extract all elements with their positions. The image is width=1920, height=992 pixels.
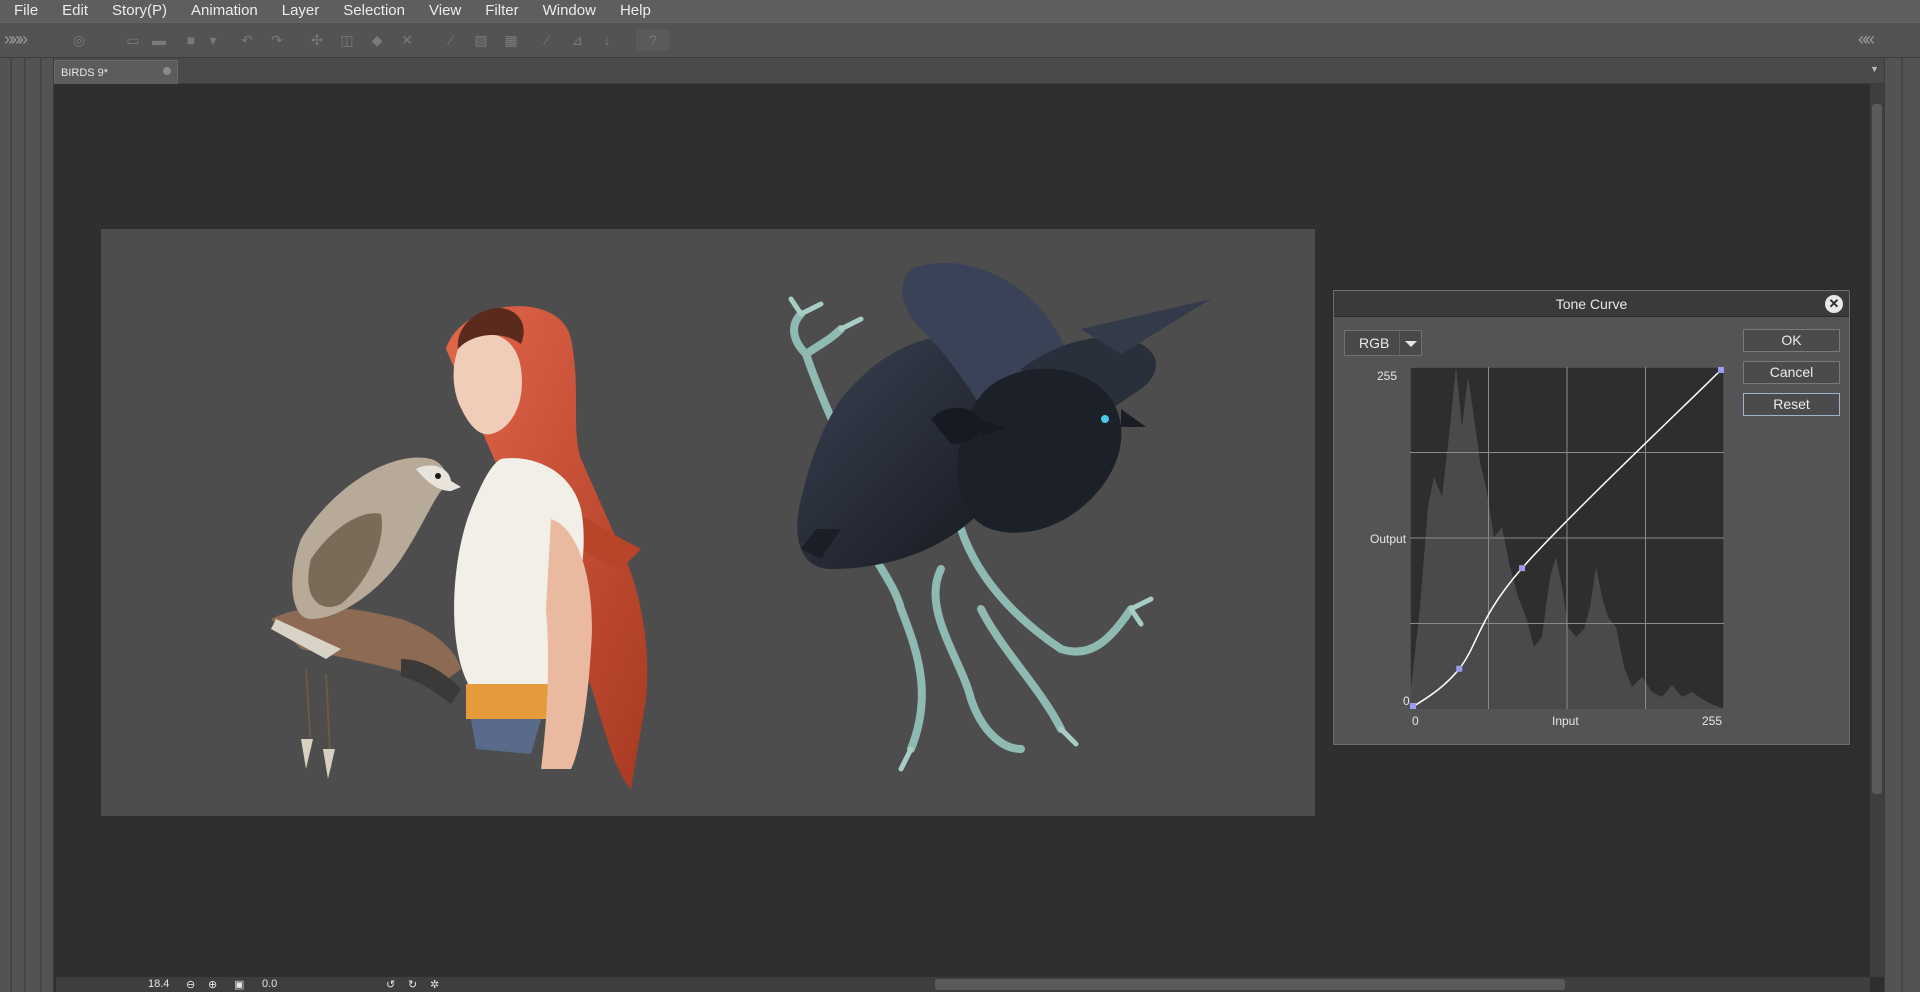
y-axis-label: Output xyxy=(1370,532,1407,546)
panel-divider xyxy=(1901,58,1903,992)
ok-button[interactable]: OK xyxy=(1743,329,1840,352)
tone-curve-dialog: Tone Curve ✕ RGB OK Cancel Reset 255 Out… xyxy=(1333,290,1850,745)
rotate-left-icon[interactable]: ↺ xyxy=(386,978,395,991)
snap-grid-icon[interactable]: ⊿ xyxy=(566,29,588,51)
snap-point-icon[interactable]: ↓ xyxy=(596,29,618,51)
artwork-canvas[interactable] xyxy=(101,229,1315,816)
clip-studio-icon[interactable]: ◎ xyxy=(68,29,90,51)
transform-icon[interactable]: ◫ xyxy=(336,29,358,51)
document-tab-bar: BIRDS 9* ▼ xyxy=(54,58,1884,84)
zoom-out-icon[interactable]: ⊖ xyxy=(186,978,195,991)
curve-control-point[interactable] xyxy=(1456,665,1463,672)
fit-view-icon[interactable]: ▣ xyxy=(234,978,244,991)
fill-icon[interactable]: ◆ xyxy=(366,29,388,51)
rotation-value[interactable]: 0.0 xyxy=(262,978,277,990)
horizontal-scrollbar[interactable] xyxy=(470,977,1870,992)
double-chevron-left-icon[interactable]: «« xyxy=(1858,29,1875,50)
clear-icon[interactable]: ✣ xyxy=(306,29,328,51)
new-file-icon[interactable]: ▭ xyxy=(122,29,144,51)
open-file-icon[interactable]: ▬ xyxy=(148,29,170,51)
help-icon[interactable]: ? xyxy=(636,29,670,51)
channel-select[interactable]: RGB xyxy=(1344,330,1422,356)
tone-curve-graph[interactable] xyxy=(1410,367,1724,709)
curve-control-point[interactable] xyxy=(1519,565,1526,572)
chevron-down-icon xyxy=(1399,331,1421,355)
zoom-in-icon[interactable]: ⊕ xyxy=(208,978,217,991)
invert-selection-icon[interactable]: ▨ xyxy=(470,29,492,51)
selection-border-icon[interactable]: ▦ xyxy=(500,29,522,51)
curve-control-point[interactable] xyxy=(1410,703,1416,709)
y-axis-max-label: 255 xyxy=(1377,369,1398,383)
panel-divider xyxy=(40,58,42,992)
artwork-illustration xyxy=(271,262,1211,789)
cancel-button[interactable]: Cancel xyxy=(1743,361,1840,384)
menu-bar: File Edit Story(P) Animation Layer Selec… xyxy=(0,0,1920,22)
panel-divider xyxy=(10,58,12,992)
menu-window[interactable]: Window xyxy=(531,0,608,22)
crows-on-branch-figure xyxy=(788,262,1211,772)
crop-icon[interactable]: ✕ xyxy=(396,29,418,51)
rotate-right-icon[interactable]: ↻ xyxy=(408,978,417,991)
left-panel-strip xyxy=(0,58,54,992)
horizontal-scrollbar-thumb[interactable] xyxy=(935,979,1565,990)
document-tab-title: BIRDS 9* xyxy=(61,66,109,79)
save-icon[interactable]: ■ xyxy=(180,29,202,51)
undo-icon[interactable]: ↶ xyxy=(236,29,258,51)
menu-view[interactable]: View xyxy=(417,0,473,22)
tab-list-dropdown-icon[interactable]: ▼ xyxy=(1870,64,1882,78)
menu-selection[interactable]: Selection xyxy=(331,0,417,22)
x-axis-min-label: 0 xyxy=(1412,714,1419,728)
menu-filter[interactable]: Filter xyxy=(473,0,530,22)
canvas-status-bar: 18.4 ⊖ ⊕ ▣ 0.0 ↺ ↻ ✲ xyxy=(56,977,470,992)
curve-control-point[interactable] xyxy=(1718,367,1724,373)
right-panel-strip xyxy=(1884,58,1920,992)
snap-ruler-icon[interactable]: ⁄ xyxy=(536,29,558,51)
x-axis-label: Input xyxy=(1552,714,1579,728)
menu-file[interactable]: File xyxy=(0,0,50,22)
vertical-scrollbar[interactable] xyxy=(1870,84,1884,977)
panel-divider xyxy=(24,58,26,992)
menu-help[interactable]: Help xyxy=(608,0,663,22)
channel-select-value: RGB xyxy=(1359,335,1390,351)
command-bar: »»» ◎ ▭ ▬ ■ ▾ ↶ ↷ ✣ ◫ ◆ ✕ ⁄ ▨ ▦ ⁄ ⊿ ↓ ? … xyxy=(0,22,1920,58)
clip-studio-window: File Edit Story(P) Animation Layer Selec… xyxy=(0,0,1920,992)
vertical-scrollbar-thumb[interactable] xyxy=(1872,104,1882,794)
menu-layer[interactable]: Layer xyxy=(270,0,332,22)
document-tab[interactable]: BIRDS 9* xyxy=(54,60,178,84)
woman-with-hawk-figure xyxy=(271,306,648,789)
close-tab-icon[interactable] xyxy=(163,67,171,75)
double-chevron-right-icon[interactable]: »»» xyxy=(4,29,28,50)
reset-button[interactable]: Reset xyxy=(1743,393,1840,416)
y-axis-min-label: 0 xyxy=(1403,694,1410,708)
save-dropdown-icon[interactable]: ▾ xyxy=(202,29,224,51)
deselect-icon[interactable]: ⁄ xyxy=(440,29,462,51)
close-icon[interactable]: ✕ xyxy=(1825,295,1843,313)
redo-icon[interactable]: ↷ xyxy=(266,29,288,51)
menu-edit[interactable]: Edit xyxy=(50,0,100,22)
menu-animation[interactable]: Animation xyxy=(179,0,270,22)
reset-rotation-icon[interactable]: ✲ xyxy=(430,978,439,991)
menu-story[interactable]: Story(P) xyxy=(100,0,179,22)
dialog-title[interactable]: Tone Curve xyxy=(1334,291,1849,317)
zoom-value[interactable]: 18.4 xyxy=(148,978,169,990)
x-axis-max-label: 255 xyxy=(1702,714,1723,728)
